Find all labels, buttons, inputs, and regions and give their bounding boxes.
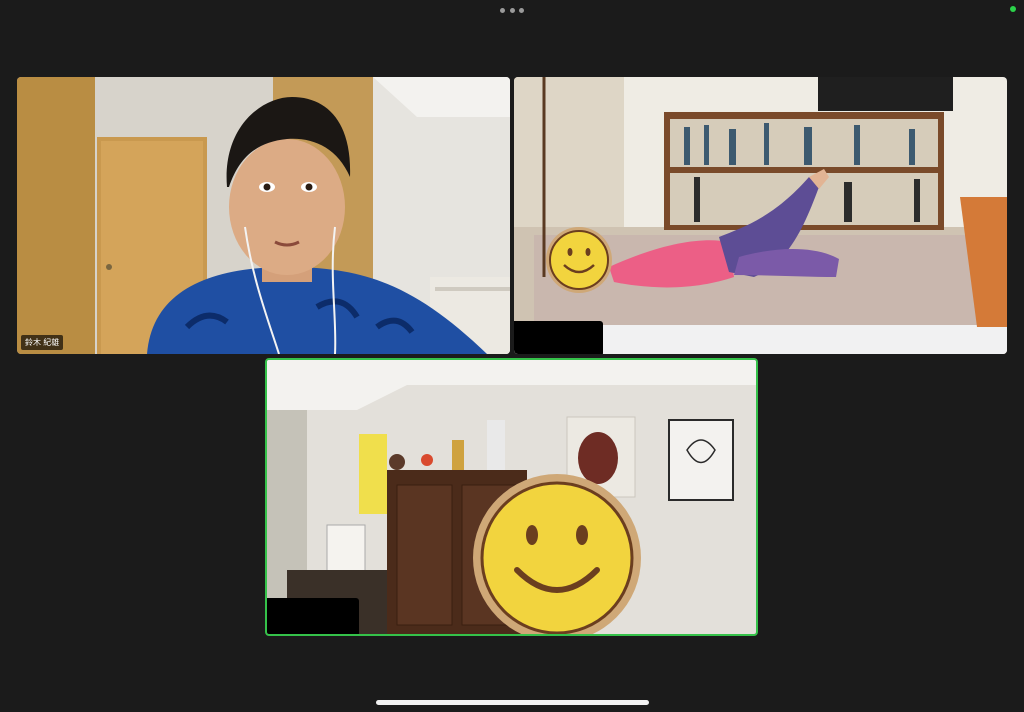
video-feed-1 <box>17 77 510 354</box>
redaction-block <box>267 598 359 634</box>
more-options-icon[interactable] <box>500 5 524 15</box>
participant-name-label: 鈴木 紀雄 <box>21 335 64 350</box>
home-indicator[interactable] <box>376 700 649 705</box>
video-tile-1[interactable]: 鈴木 紀雄 <box>17 77 510 354</box>
video-feed-2 <box>514 77 1007 354</box>
status-dot <box>1010 6 1016 12</box>
video-tile-3-active-speaker[interactable] <box>265 358 758 636</box>
redaction-block <box>514 321 603 354</box>
video-tile-2[interactable] <box>514 77 1007 354</box>
video-feed-3 <box>267 360 756 634</box>
